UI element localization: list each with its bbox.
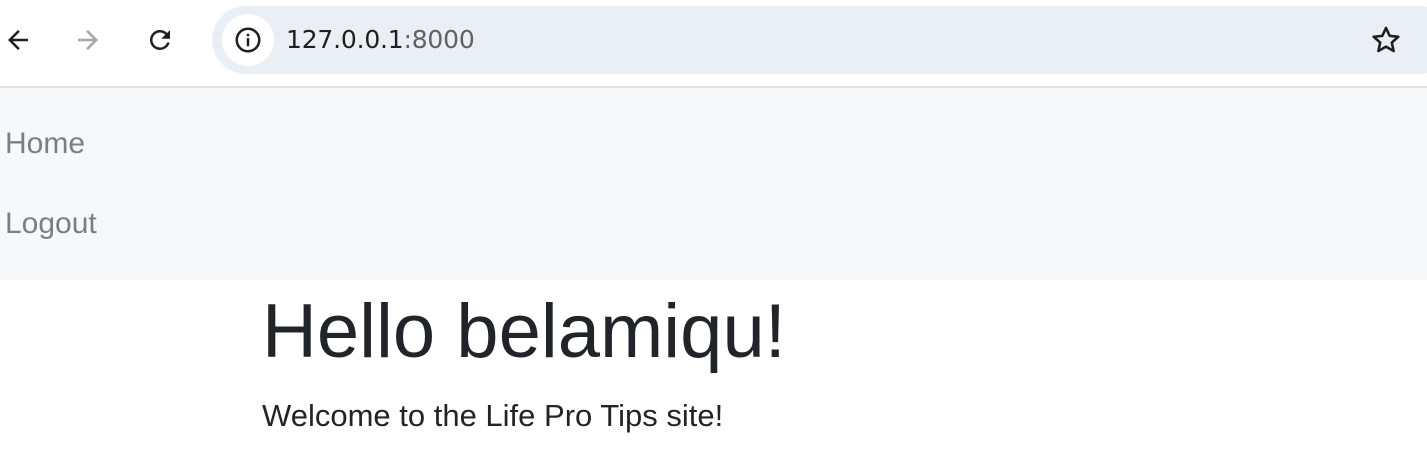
back-button[interactable] — [0, 22, 36, 58]
arrow-right-icon — [78, 30, 98, 50]
site-navbar: Home Logout — [0, 88, 1427, 280]
page-title: Hello belamiqu! — [262, 289, 786, 374]
reload-button[interactable] — [142, 22, 178, 58]
star-icon — [1372, 26, 1400, 53]
reload-icon — [149, 29, 170, 50]
forward-button[interactable] — [70, 22, 106, 58]
nav-link-logout[interactable]: Logout — [5, 206, 97, 242]
browser-toolbar: 127.0.0.1:8000 — [0, 0, 1427, 88]
url-port: :8000 — [403, 25, 475, 54]
bookmark-button[interactable] — [1366, 20, 1406, 60]
url-host: 127.0.0.1 — [286, 25, 404, 54]
address-bar[interactable]: 127.0.0.1:8000 — [212, 6, 1427, 74]
info-icon — [235, 27, 261, 53]
welcome-text: Welcome to the Life Pro Tips site! — [262, 398, 724, 433]
url-text[interactable]: 127.0.0.1:8000 — [286, 25, 475, 55]
site-info-button[interactable] — [222, 14, 274, 66]
arrow-left-icon — [8, 30, 28, 50]
nav-link-home[interactable]: Home — [5, 126, 85, 162]
